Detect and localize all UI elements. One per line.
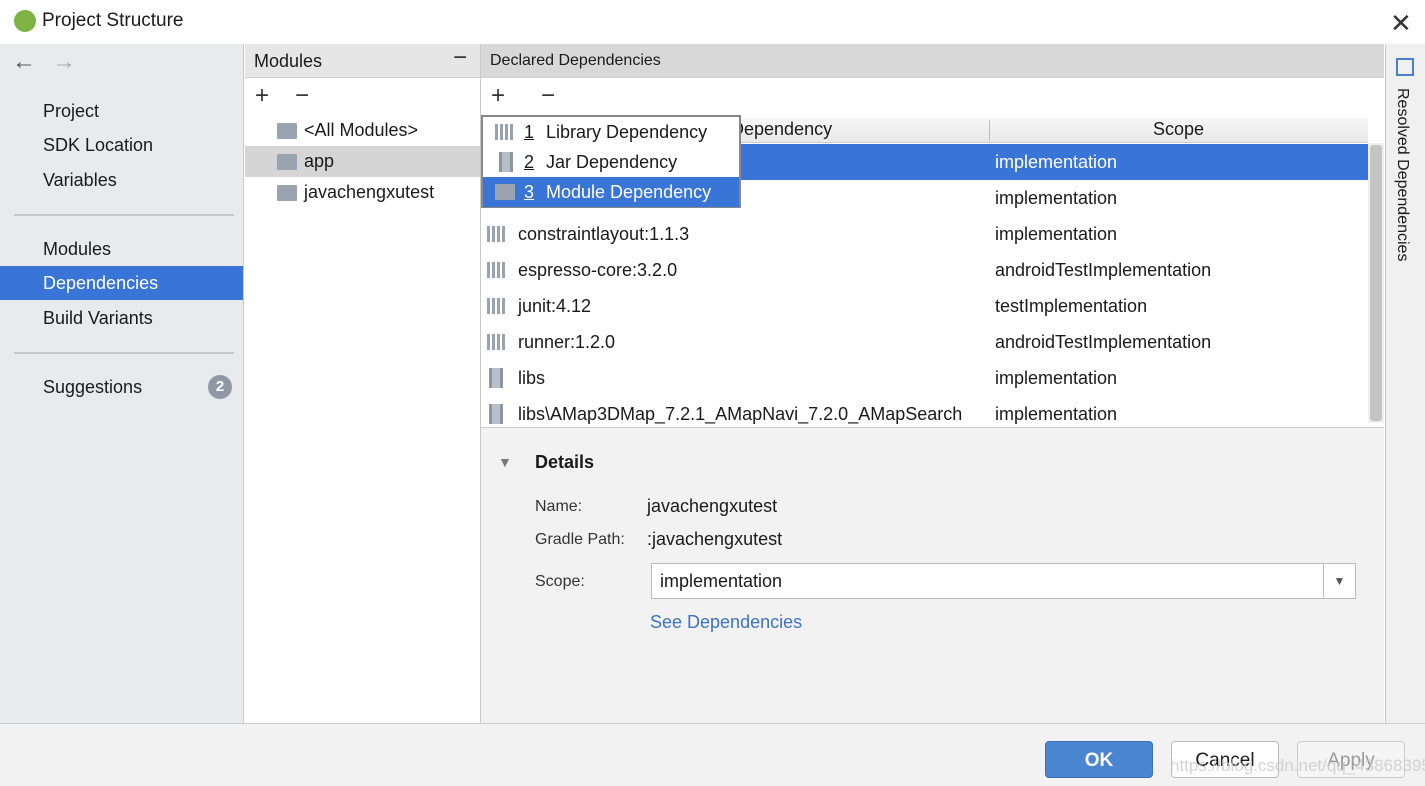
dependency-name: runner:1.2.0 [518, 332, 616, 352]
library-icon [487, 298, 507, 314]
resolved-dependencies-icon[interactable] [1396, 58, 1414, 76]
mnemonic: 3 [524, 182, 535, 202]
module-label: <All Modules> [304, 120, 419, 140]
scope-value: implementation [660, 571, 783, 591]
modules-panel: Modules − + − <All Modules> app javachen… [245, 44, 481, 723]
sidebar: ← → Project SDK Location Variables Modul… [0, 44, 244, 723]
library-icon [495, 124, 515, 140]
dependency-scope: testImplementation [995, 296, 1148, 316]
mnemonic: 2 [524, 152, 535, 172]
menu-item-library-dependency[interactable]: 1 Library Dependency [483, 117, 739, 147]
table-row[interactable]: libs implementation [481, 360, 1368, 396]
module-icon [495, 184, 515, 200]
jar-icon [489, 368, 503, 388]
sidebar-item-modules[interactable]: Modules [0, 232, 243, 266]
add-dependency-button[interactable]: + [491, 82, 505, 110]
dependency-name: libs [518, 368, 546, 388]
module-label: app [304, 151, 335, 171]
sidebar-item-project[interactable]: Project [0, 94, 243, 128]
column-dependency[interactable]: Dependency [731, 119, 832, 140]
divider [14, 214, 234, 216]
collapse-triangle-icon[interactable]: ▼ [498, 454, 512, 470]
table-row[interactable]: espresso-core:3.2.0 androidTestImplementa… [481, 252, 1368, 288]
remove-dependency-button[interactable]: − [541, 82, 555, 110]
sidebar-item-variables[interactable]: Variables [0, 163, 243, 197]
jar-icon [489, 404, 503, 424]
see-dependencies-link[interactable]: See Dependencies [650, 612, 802, 633]
sidebar-item-sdk-location[interactable]: SDK Location [0, 128, 243, 162]
mnemonic: 1 [524, 122, 535, 142]
table-row[interactable]: runner:1.2.0 androidTestImplementation [481, 324, 1368, 360]
chevron-down-icon[interactable]: ▼ [1323, 564, 1355, 598]
gradle-path-label: Gradle Path: [535, 531, 625, 548]
sidebar-item-suggestions[interactable]: Suggestions [0, 370, 243, 404]
library-icon [487, 334, 507, 350]
module-item-all[interactable]: <All Modules> [245, 115, 480, 146]
table-row[interactable]: junit:4.12 testImplementation [481, 288, 1368, 324]
add-module-button[interactable]: + [255, 82, 269, 110]
library-icon [487, 262, 507, 278]
column-scope[interactable]: Scope [1153, 119, 1204, 140]
dependency-name: espresso-core:3.2.0 [518, 260, 678, 280]
suggestions-count-badge: 2 [208, 375, 232, 399]
forward-arrow-icon[interactable]: → [52, 48, 76, 76]
jar-icon [499, 152, 513, 172]
resolved-dependencies-tab[interactable]: Resolved Dependencies [1393, 88, 1411, 261]
remove-module-button[interactable]: − [295, 82, 309, 110]
ok-button[interactable]: OK [1045, 741, 1153, 778]
scope-label: Scope: [535, 573, 585, 590]
library-module-icon [277, 185, 297, 201]
name-value: javachengxutest [647, 496, 778, 516]
watermark: https://blog.csdn.net/qq_43868395 [1170, 756, 1425, 775]
app-module-icon [277, 154, 297, 170]
divider [14, 352, 234, 354]
library-icon [487, 226, 507, 242]
module-item-javachengxutest[interactable]: javachengxutest [245, 177, 480, 208]
window-title: Project Structure [42, 10, 184, 31]
declared-dependencies-header: Declared Dependencies [481, 44, 1384, 78]
menu-label: Jar Dependency [546, 152, 678, 172]
android-studio-icon [14, 10, 36, 32]
all-modules-icon [277, 123, 297, 139]
name-label: Name: [535, 498, 583, 515]
dependency-name: constraintlayout:1.1.3 [518, 224, 690, 244]
dependency-scope: androidTestImplementation [995, 260, 1212, 280]
sidebar-item-dependencies[interactable]: Dependencies [0, 266, 243, 300]
details-title: Details [535, 452, 595, 472]
back-arrow-icon[interactable]: ← [12, 48, 36, 76]
collapse-icon[interactable]: − [453, 44, 467, 72]
dependency-scope: androidTestImplementation [995, 332, 1212, 352]
dependency-scope: implementation [995, 368, 1118, 388]
module-label: javachengxutest [304, 182, 435, 202]
dependency-scope: implementation [995, 224, 1118, 244]
add-dependency-menu: 1 Library Dependency 2 Jar Dependency 3 Mod… [481, 115, 741, 208]
menu-item-jar-dependency[interactable]: 2 Jar Dependency [483, 147, 739, 177]
sidebar-item-build-variants[interactable]: Build Variants [0, 301, 243, 335]
close-button[interactable]: ✕ [1390, 8, 1412, 39]
modules-header: Modules [245, 44, 480, 78]
menu-label: Module Dependency [546, 182, 712, 202]
scrollbar-thumb[interactable] [1370, 145, 1382, 421]
title-bar [0, 0, 1425, 44]
module-item-app[interactable]: app [245, 146, 480, 177]
dependency-scope: implementation [995, 188, 1118, 208]
scope-select[interactable]: implementation ▼ [651, 563, 1356, 599]
dependency-name: junit:4.12 [518, 296, 592, 316]
menu-item-module-dependency[interactable]: 3 Module Dependency [483, 177, 739, 207]
column-divider [989, 120, 990, 141]
gradle-path-value: :javachengxutest [647, 529, 783, 549]
menu-label: Library Dependency [546, 122, 708, 142]
table-row[interactable]: constraintlayout:1.1.3 implementation [481, 216, 1368, 252]
dependency-scope: implementation [995, 152, 1118, 172]
